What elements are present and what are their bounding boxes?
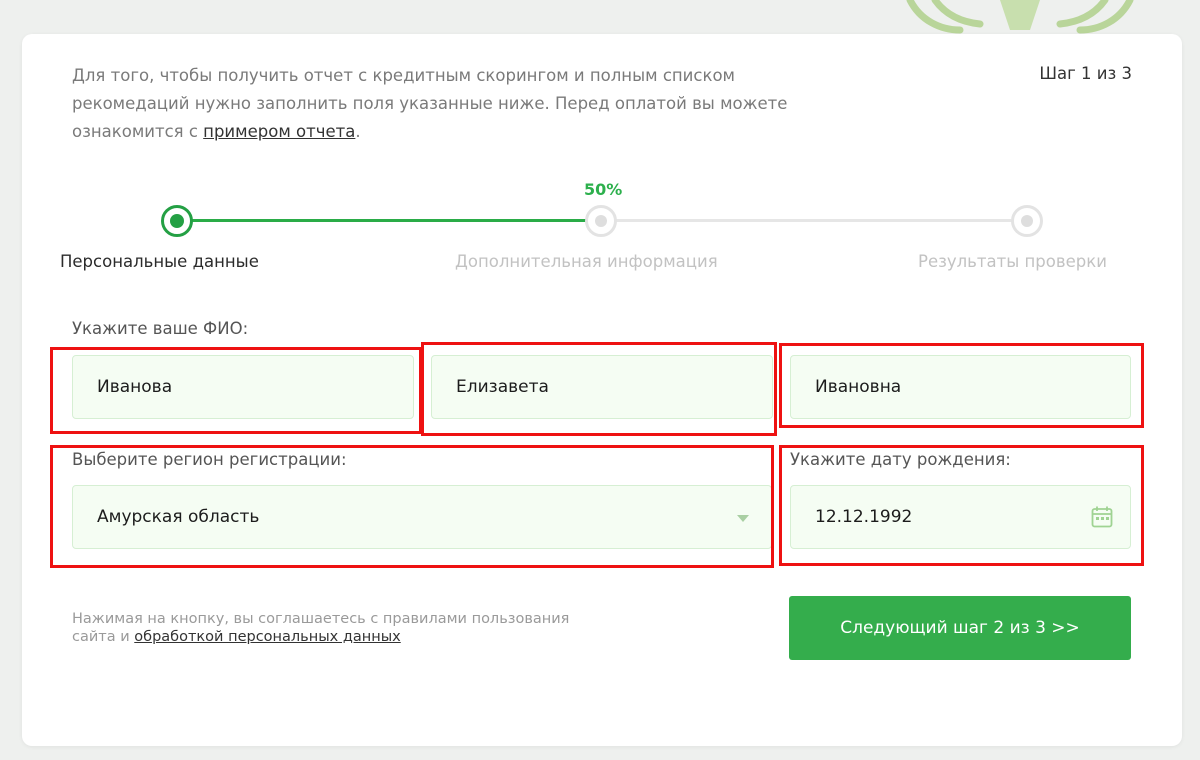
region-select[interactable]: Амурская область xyxy=(72,485,772,549)
step-label-results: Результаты проверки xyxy=(918,252,1107,271)
birthdate-value: 12.12.1992 xyxy=(815,507,913,527)
calendar-icon[interactable] xyxy=(1090,505,1114,534)
consent-text: Нажимая на кнопку, вы соглашаетесь с пра… xyxy=(72,610,572,646)
progress-step-3-marker xyxy=(1011,205,1043,237)
step-label-additional: Дополнительная информация xyxy=(455,252,718,271)
emblem-logo xyxy=(890,0,1150,36)
first-name-value: Елизавета xyxy=(456,377,549,397)
progress-percent: 50% xyxy=(584,180,623,199)
middle-name-input[interactable]: Ивановна xyxy=(790,355,1131,419)
region-selected-value: Амурская область xyxy=(97,507,260,527)
example-report-link[interactable]: примером отчета xyxy=(203,122,355,141)
intro-text: Для того, чтобы получить отчет с кредитн… xyxy=(72,62,832,146)
step-counter: Шаг 1 из 3 xyxy=(1039,64,1132,83)
birthdate-input[interactable]: 12.12.1992 xyxy=(790,485,1131,549)
intro-text-start: Для того, чтобы получить отчет с кредитн… xyxy=(72,66,788,141)
intro-text-end: . xyxy=(355,122,361,141)
last-name-value: Иванова xyxy=(97,377,173,397)
progress-step-1-marker xyxy=(161,205,193,237)
personal-data-link[interactable]: обработкой персональных данных xyxy=(134,629,400,645)
progress-step-2-marker xyxy=(585,205,617,237)
middle-name-value: Ивановна xyxy=(815,377,902,397)
birthdate-label: Укажите дату рождения: xyxy=(790,450,1011,469)
region-label: Выберите регион регистрации: xyxy=(72,450,347,469)
first-name-input[interactable]: Елизавета xyxy=(431,355,773,419)
step-label-personal: Персональные данные xyxy=(60,252,259,271)
progress-fill xyxy=(177,219,602,222)
chevron-down-icon xyxy=(737,515,749,522)
fio-label: Укажите ваше ФИО: xyxy=(72,319,249,338)
next-step-button[interactable]: Следующий шаг 2 из 3 >> xyxy=(789,596,1131,660)
last-name-input[interactable]: Иванова xyxy=(72,355,414,419)
